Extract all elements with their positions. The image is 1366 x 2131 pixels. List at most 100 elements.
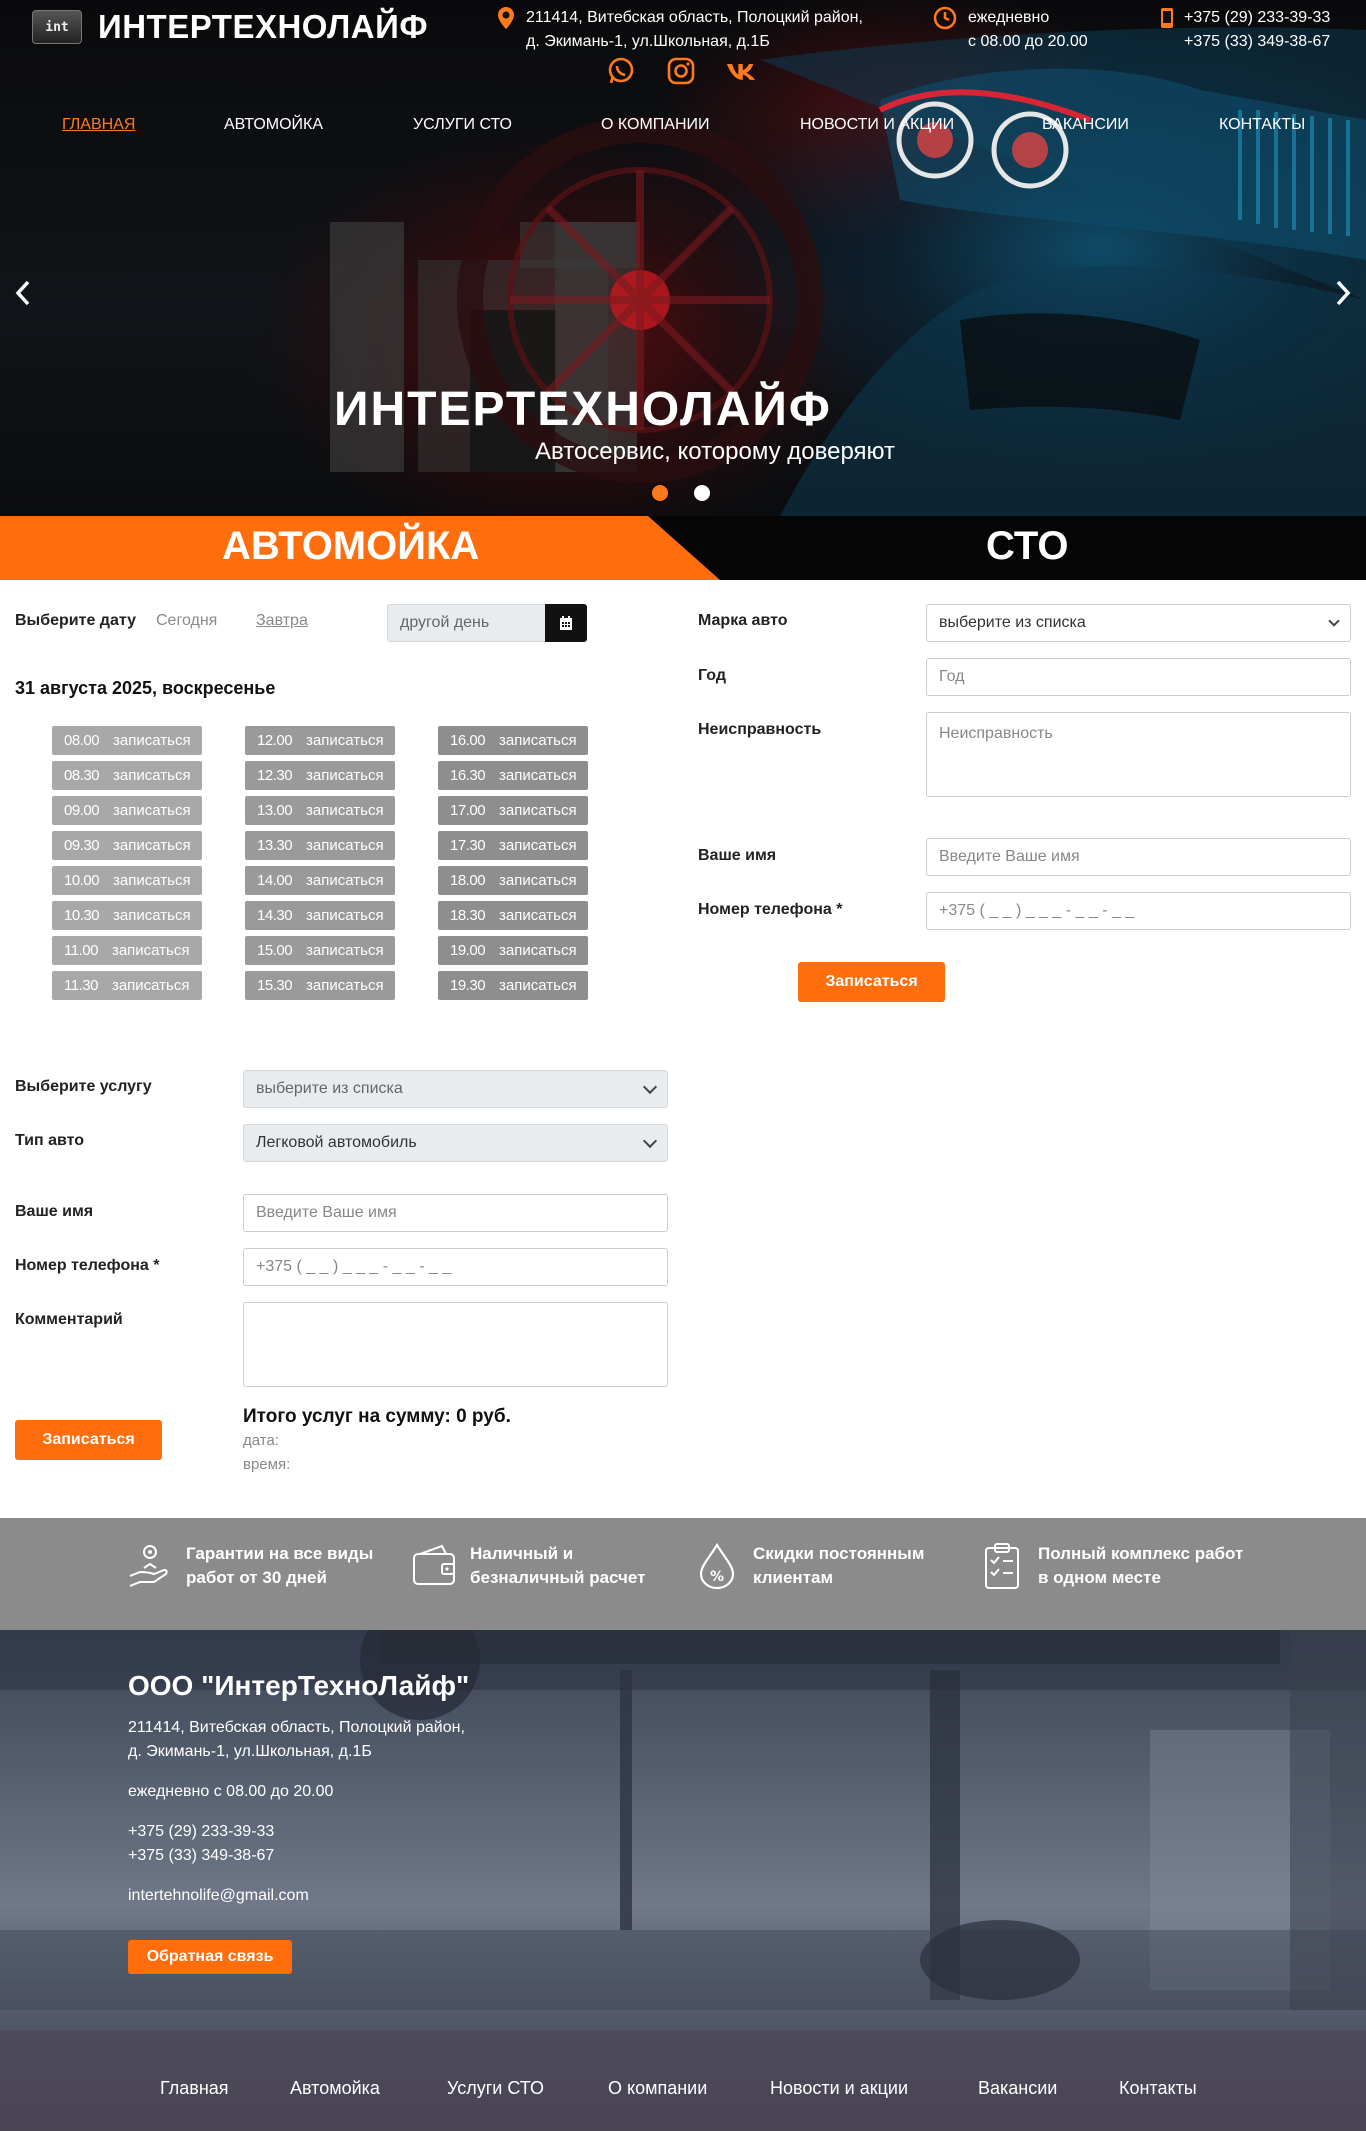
time-slot[interactable]: 17.30 записаться xyxy=(438,831,588,860)
time-slot[interactable]: 11.30 записаться xyxy=(52,971,202,1000)
sto-year-input[interactable]: Год xyxy=(926,658,1351,696)
date-today-link[interactable]: Сегодня xyxy=(156,612,217,630)
nav-item-carwash[interactable]: Автомойка xyxy=(224,116,323,134)
time-slot-time: 13.30 xyxy=(257,837,293,854)
time-slot[interactable]: 19.00 записаться xyxy=(438,936,588,965)
mobile-phone-icon xyxy=(1161,8,1173,28)
nav-item-contacts[interactable]: Контакты xyxy=(1219,116,1305,134)
tab-carwash-label[interactable]: АВТОМОЙКА xyxy=(222,524,479,569)
time-slot-time: 11.30 xyxy=(64,977,98,994)
time-slot[interactable]: 13.00 записаться xyxy=(245,796,395,825)
time-slot[interactable]: 17.00 записаться xyxy=(438,796,588,825)
comment-textarea[interactable] xyxy=(243,1302,668,1387)
sto-brand-select[interactable]: выберите из списка xyxy=(926,604,1351,642)
time-slot[interactable]: 10.30 записаться xyxy=(52,901,202,930)
service-select[interactable]: выберите из списка xyxy=(243,1070,668,1108)
time-slot-time: 09.00 xyxy=(64,802,100,819)
social-links xyxy=(606,56,756,86)
time-slot-time: 16.30 xyxy=(450,767,486,784)
time-slot[interactable]: 11.00 записаться xyxy=(52,936,202,965)
name-input[interactable]: Введите Ваше имя xyxy=(243,1194,668,1232)
footer-nav-sto[interactable]: Услуги СТО xyxy=(447,2078,544,2099)
footer-email[interactable]: intertehnolife@gmail.com xyxy=(128,1884,309,1908)
time-slot-time: 16.00 xyxy=(450,732,486,749)
feedback-button[interactable]: Обратная связь xyxy=(128,1940,292,1974)
nav-item-news[interactable]: Новости и акции xyxy=(800,116,954,134)
calendar-button[interactable] xyxy=(545,604,587,642)
date-label: Выберите дату xyxy=(15,612,136,629)
phone-label: Номер телефона * xyxy=(15,1257,160,1274)
time-slot[interactable]: 12.00 записаться xyxy=(245,726,395,755)
footer-nav-about[interactable]: О компании xyxy=(608,2078,707,2099)
phone-input[interactable]: +375 ( _ _ ) _ _ _ - _ _ - _ _ xyxy=(243,1248,668,1286)
car-type-label: Тип авто xyxy=(15,1132,85,1149)
nav-item-vacancies[interactable]: Вакансии xyxy=(1042,116,1129,134)
time-slot[interactable]: 16.00 записаться xyxy=(438,726,588,755)
sto-name-label: Ваше имя xyxy=(698,847,777,864)
time-slot[interactable]: 16.30 записаться xyxy=(438,761,588,790)
logo-mark-icon: int xyxy=(32,10,82,44)
car-type-select-value: Легковой автомобиль xyxy=(256,1134,417,1151)
site-logo[interactable]: int ИНТЕРТЕХНОЛАЙФ xyxy=(32,8,428,46)
footer-phone2[interactable]: +375 (33) 349-38-67 xyxy=(128,1844,274,1868)
header-phone2[interactable]: +375 (33) 349-38-67 xyxy=(1184,30,1330,54)
time-slot[interactable]: 15.30 записаться xyxy=(245,971,395,1000)
sto-name-input[interactable]: Введите Ваше имя xyxy=(926,838,1351,876)
hero-banner: int ИНТЕРТЕХНОЛАЙФ 211414, Витебская обл… xyxy=(0,0,1366,516)
slider-next-arrow-icon[interactable] xyxy=(1332,278,1354,308)
header-phone1[interactable]: +375 (29) 233-39-33 xyxy=(1184,6,1330,30)
nav-item-about[interactable]: О компании xyxy=(601,116,710,134)
feature-discounts: % Скидки постоянным клиентам xyxy=(695,1542,924,1590)
nav-item-home[interactable]: Главная xyxy=(62,116,135,134)
whatsapp-icon[interactable] xyxy=(606,56,636,86)
time-slot-action: записаться xyxy=(113,872,191,889)
date-tomorrow-link[interactable]: Завтра xyxy=(256,612,308,630)
time-slot[interactable]: 09.00 записаться xyxy=(52,796,202,825)
sto-fault-textarea[interactable]: Неисправность xyxy=(926,712,1351,797)
time-slot[interactable]: 18.00 записаться xyxy=(438,866,588,895)
sto-submit-button[interactable]: Записаться xyxy=(798,962,945,1002)
car-type-select[interactable]: Легковой автомобиль xyxy=(243,1124,668,1162)
time-slot-time: 09.30 xyxy=(64,837,100,854)
slider-dot-1[interactable] xyxy=(652,485,668,501)
time-slot[interactable]: 14.00 записаться xyxy=(245,866,395,895)
footer-nav-home[interactable]: Главная xyxy=(160,2078,229,2099)
time-slot-action: записаться xyxy=(306,732,384,749)
time-slot-time: 10.00 xyxy=(64,872,100,889)
time-slot-action: записаться xyxy=(111,977,190,994)
hero-title: ИНТЕРТЕХНОЛАЙФ xyxy=(334,383,832,436)
time-slot-time: 17.00 xyxy=(450,802,486,819)
vk-icon[interactable] xyxy=(726,56,756,86)
carwash-submit-button[interactable]: Записаться xyxy=(15,1420,162,1460)
feature-complex: Полный комплекс работ в одном месте xyxy=(980,1542,1243,1590)
time-slot-action: записаться xyxy=(113,802,191,819)
time-slot-action: записаться xyxy=(499,977,577,994)
sto-phone-input[interactable]: +375 ( _ _ ) _ _ _ - _ _ - _ _ xyxy=(926,892,1351,930)
slider-dot-2[interactable] xyxy=(694,485,710,501)
time-slot[interactable]: 08.00 записаться xyxy=(52,726,202,755)
footer-nav-carwash[interactable]: Автомойка xyxy=(290,2078,380,2099)
booking-tabs: АВТОМОЙКА СТО xyxy=(0,516,1366,580)
time-slot[interactable]: 13.30 записаться xyxy=(245,831,395,860)
time-slot[interactable]: 08.30 записаться xyxy=(52,761,202,790)
time-slot[interactable]: 18.30 записаться xyxy=(438,901,588,930)
footer-phone1[interactable]: +375 (29) 233-39-33 xyxy=(128,1820,274,1844)
time-slot-time: 08.30 xyxy=(64,767,100,784)
time-slot[interactable]: 09.30 записаться xyxy=(52,831,202,860)
time-slot[interactable]: 14.30 записаться xyxy=(245,901,395,930)
nav-item-sto[interactable]: Услуги СТО xyxy=(413,116,512,134)
slider-prev-arrow-icon[interactable] xyxy=(12,278,34,308)
time-slot[interactable]: 15.00 записаться xyxy=(245,936,395,965)
time-slot[interactable]: 10.00 записаться xyxy=(52,866,202,895)
time-slot[interactable]: 19.30 записаться xyxy=(438,971,588,1000)
chevron-down-icon xyxy=(642,1079,658,1095)
other-day-input[interactable]: другой день xyxy=(387,604,547,642)
footer-nav-vacancies[interactable]: Вакансии xyxy=(978,2078,1057,2099)
header-hours: ежедневно с 08.00 до 20.00 xyxy=(932,6,1088,54)
slider-dots xyxy=(652,485,710,501)
time-slot[interactable]: 12.30 записаться xyxy=(245,761,395,790)
instagram-icon[interactable] xyxy=(666,56,696,86)
footer-nav-contacts[interactable]: Контакты xyxy=(1119,2078,1197,2099)
footer-nav-news[interactable]: Новости и акции xyxy=(770,2078,908,2099)
tab-sto-label[interactable]: СТО xyxy=(986,524,1068,569)
